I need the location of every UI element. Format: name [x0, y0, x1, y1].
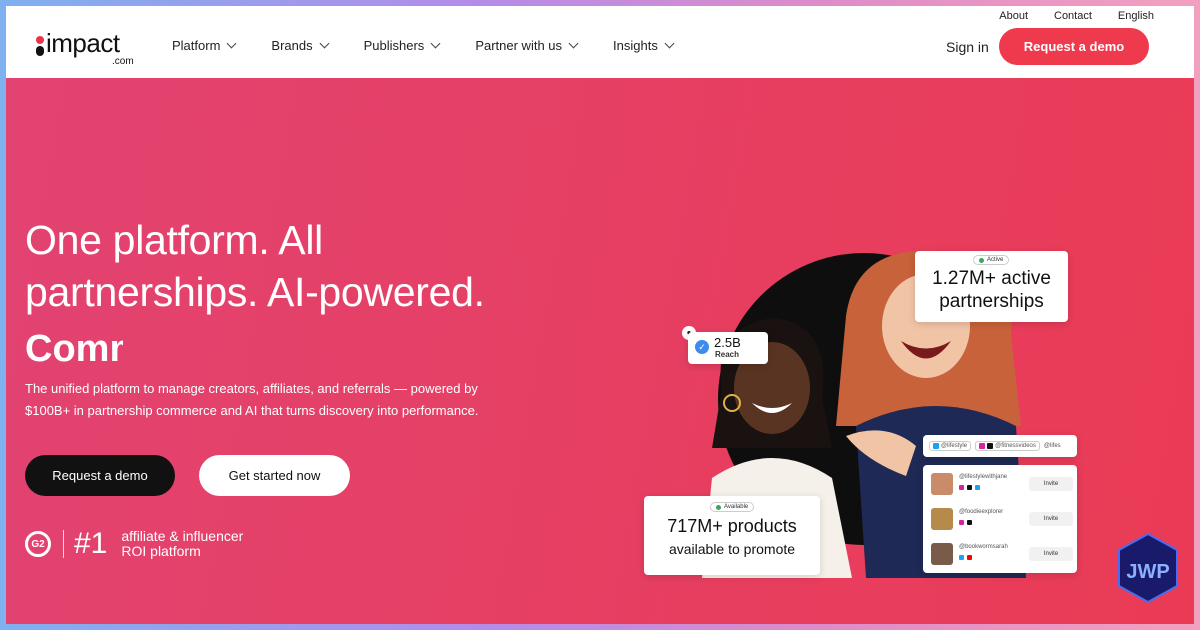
- invite-button[interactable]: Invite: [1029, 477, 1073, 491]
- divider: [63, 530, 64, 558]
- g2-description: affiliate & influencer ROI platform: [121, 529, 243, 559]
- g2-logo-icon: G2: [25, 531, 51, 557]
- nav-item-insights[interactable]: Insights: [613, 38, 675, 53]
- active-badge-label: Active: [987, 257, 1004, 263]
- reach-value: 2.5B: [714, 335, 741, 350]
- instagram-icon: [979, 443, 986, 449]
- search-chip-partial: @lifes: [1043, 443, 1061, 449]
- tiktok-icon: [987, 443, 994, 449]
- logo-bar-icon: [36, 46, 44, 56]
- available-badge-label: Available: [724, 504, 749, 510]
- twitter-icon: [933, 443, 939, 449]
- reach-label: Reach: [715, 350, 740, 359]
- instagram-icon: [959, 520, 964, 525]
- list-item: @lifestylewithjane Invite: [931, 471, 1073, 501]
- nav-item-label: Publishers: [363, 38, 425, 53]
- twitter-icon: [975, 485, 980, 490]
- jwp-watermark-logo: JWP: [1118, 532, 1178, 604]
- products-card: Available 717M+ products available to pr…: [644, 496, 820, 575]
- nav-item-label: Insights: [613, 38, 658, 53]
- creator-handle: @bookwormsarah: [959, 544, 1008, 550]
- nav-item-label: Brands: [271, 38, 313, 53]
- creator-handle: @foodieexplorer: [959, 509, 1004, 515]
- search-chip[interactable]: @fitnessvideos: [975, 441, 1040, 451]
- g2-line-1: affiliate & influencer: [121, 528, 244, 544]
- hero-subtext: The unified platform to manage creators,…: [25, 378, 535, 422]
- tiktok-icon: [967, 485, 972, 490]
- avatar: [931, 473, 953, 495]
- nav-item-label: Platform: [172, 38, 221, 53]
- g2-award: G2 #1 affiliate & influencer ROI platfor…: [25, 527, 243, 561]
- list-item: @bookwormsarah Invite: [931, 541, 1073, 571]
- g2-rank: #1: [74, 527, 108, 560]
- invite-button[interactable]: Invite: [1029, 547, 1073, 561]
- request-demo-header-button[interactable]: Request a demo: [999, 28, 1149, 65]
- youtube-icon: [967, 555, 972, 560]
- social-icons: [959, 520, 972, 525]
- search-chip-label: @lifestyle: [941, 443, 968, 449]
- active-partnerships-stat: 1.27M+ active partnerships: [915, 267, 1068, 313]
- nav-item-publishers[interactable]: Publishers: [363, 38, 441, 53]
- headline-rotating-word: Comm: [25, 328, 123, 370]
- verified-icon: ✓: [695, 340, 709, 354]
- search-chip-label: @fitnessvideos: [995, 443, 1036, 449]
- site-header: impact .com About Contact English Platfo…: [6, 6, 1194, 78]
- avatar: [931, 508, 953, 530]
- social-icons: [959, 555, 972, 560]
- headline-line-2: partnerships. AI-powered.: [25, 269, 485, 315]
- products-stat: 717M+ products: [667, 516, 797, 536]
- get-started-button[interactable]: Get started now: [199, 455, 350, 496]
- chevron-down-icon: [664, 38, 675, 49]
- chevron-down-icon: [430, 38, 441, 49]
- active-badge: Active: [973, 255, 1010, 265]
- active-line-1: 1.27M+ active: [932, 268, 1051, 289]
- headline-line-1: One platform. All: [25, 217, 323, 263]
- social-icons: [959, 485, 980, 490]
- contact-link[interactable]: Contact: [1054, 10, 1092, 22]
- nav-item-platform[interactable]: Platform: [172, 38, 237, 53]
- sign-in-link[interactable]: Sign in: [946, 39, 989, 55]
- jwp-watermark-text: JWP: [1126, 561, 1169, 583]
- nav-item-brands[interactable]: Brands: [271, 38, 330, 53]
- avatar: [931, 543, 953, 565]
- subtext-line-2: $100B+ in partnership commerce and AI th…: [25, 403, 479, 418]
- active-line-2: partnerships: [939, 291, 1044, 312]
- search-chip[interactable]: @lifestyle: [929, 441, 972, 451]
- g2-line-2: ROI platform: [121, 543, 201, 559]
- language-selector[interactable]: English: [1118, 10, 1154, 22]
- list-item: @foodieexplorer Invite: [931, 506, 1073, 536]
- products-caption: available to promote: [668, 541, 796, 557]
- impact-logo[interactable]: impact .com: [34, 28, 144, 70]
- available-badge: Available: [710, 502, 755, 512]
- creator-handle: @lifestylewithjane: [959, 474, 1008, 480]
- logo-text: impact: [46, 28, 120, 58]
- status-dot-icon: [979, 257, 984, 263]
- logo-subtext: .com: [112, 56, 134, 67]
- creator-search-bar[interactable]: @lifestyle @fitnessvideos @lifes: [923, 435, 1077, 457]
- subtext-line-1: The unified platform to manage creators,…: [25, 381, 478, 396]
- instagram-icon: [959, 485, 964, 490]
- tiktok-icon: [967, 520, 972, 525]
- chevron-down-icon: [568, 38, 579, 49]
- hero-headline: One platform. All partnerships. AI-power…: [25, 214, 485, 318]
- twitter-icon: [959, 555, 964, 560]
- hero-section: One platform. All partnerships. AI-power…: [6, 78, 1194, 624]
- chevron-down-icon: [226, 38, 237, 49]
- chevron-down-icon: [319, 38, 330, 49]
- status-dot-icon: [716, 504, 721, 510]
- active-partnerships-card: Active 1.27M+ active partnerships: [915, 251, 1068, 322]
- logo-dot-icon: [36, 36, 44, 44]
- nav-item-label: Partner with us: [475, 38, 563, 53]
- main-nav: Platform Brands Publishers Partner with …: [172, 38, 709, 53]
- about-link[interactable]: About: [999, 10, 1028, 22]
- request-demo-button[interactable]: Request a demo: [25, 455, 175, 496]
- nav-item-partner[interactable]: Partner with us: [475, 38, 579, 53]
- creator-list-card: @lifestylewithjane Invite @foodieexplore…: [923, 465, 1077, 573]
- invite-button[interactable]: Invite: [1029, 512, 1073, 526]
- page-frame: impact .com About Contact English Platfo…: [6, 6, 1194, 624]
- reach-card: ✓ 2.5B Reach: [688, 332, 768, 364]
- utility-nav: About Contact English: [999, 10, 1154, 22]
